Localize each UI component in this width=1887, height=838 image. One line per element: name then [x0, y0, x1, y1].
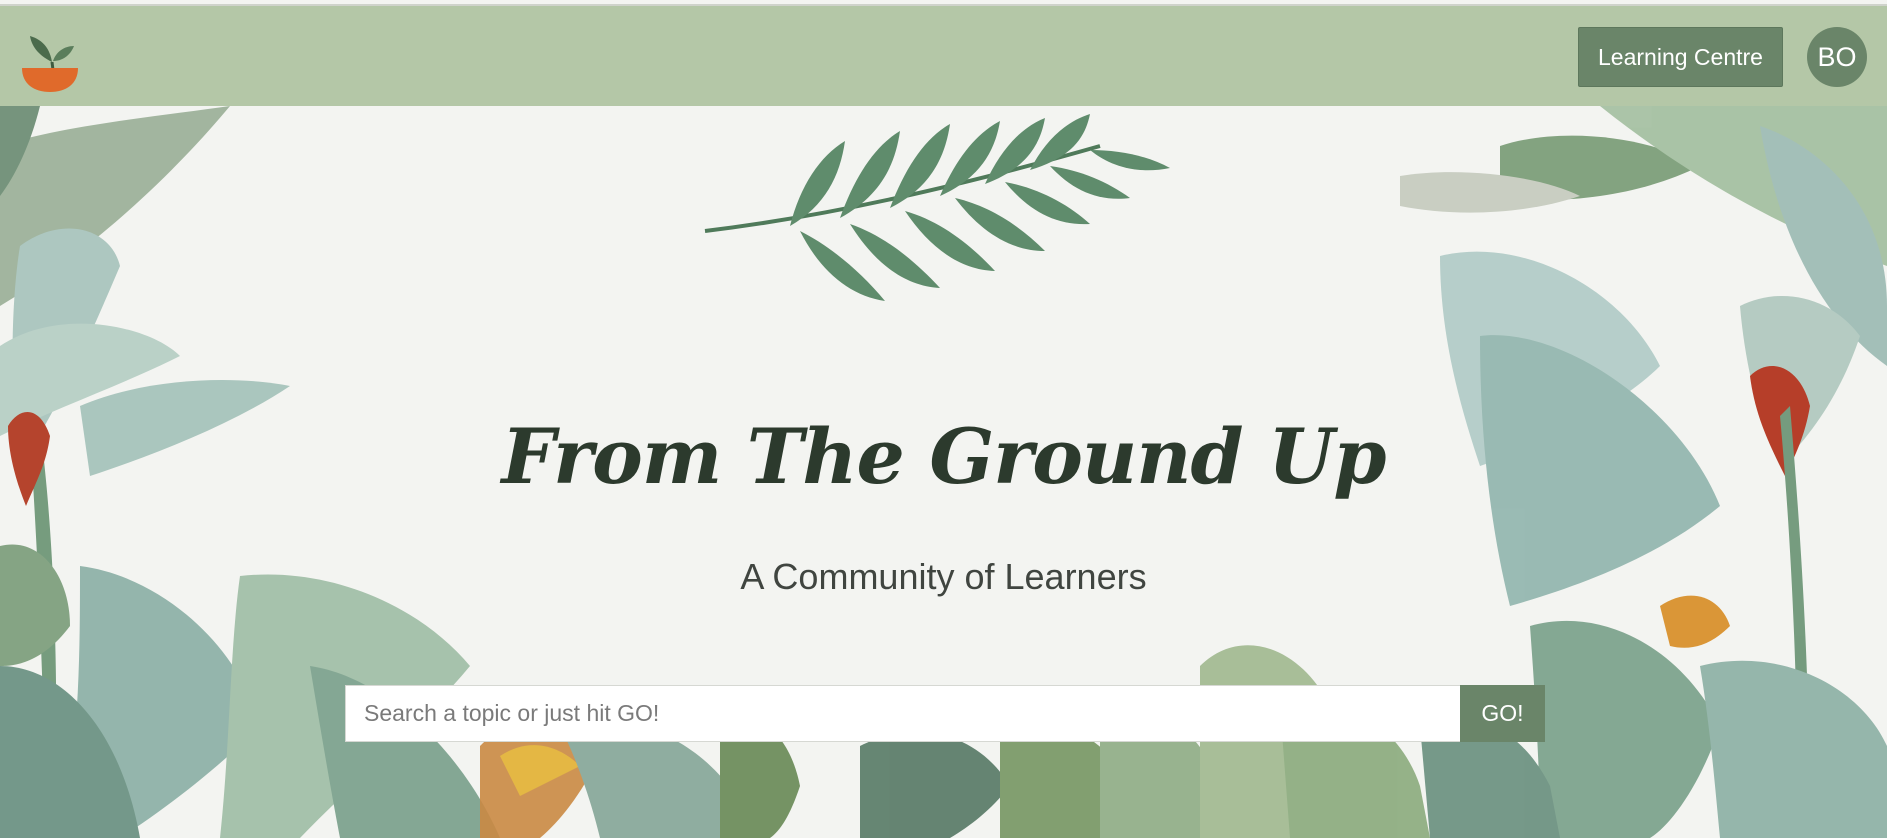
go-button[interactable]: GO! [1460, 685, 1545, 742]
user-avatar[interactable]: BO [1807, 27, 1867, 87]
hero-title: From The Ground Up [501, 412, 1386, 501]
bowl-sprout-logo-icon[interactable] [20, 26, 80, 92]
learning-centre-button[interactable]: Learning Centre [1578, 27, 1783, 87]
search-input[interactable] [345, 685, 1460, 742]
fern-leaf-icon [704, 114, 1170, 301]
top-navbar: Learning Centre BO [0, 6, 1887, 106]
search-bar: GO! [345, 685, 1545, 742]
hero-section: From The Ground Up A Community of Learne… [0, 106, 1887, 838]
hero-subtitle: A Community of Learners [740, 556, 1147, 597]
